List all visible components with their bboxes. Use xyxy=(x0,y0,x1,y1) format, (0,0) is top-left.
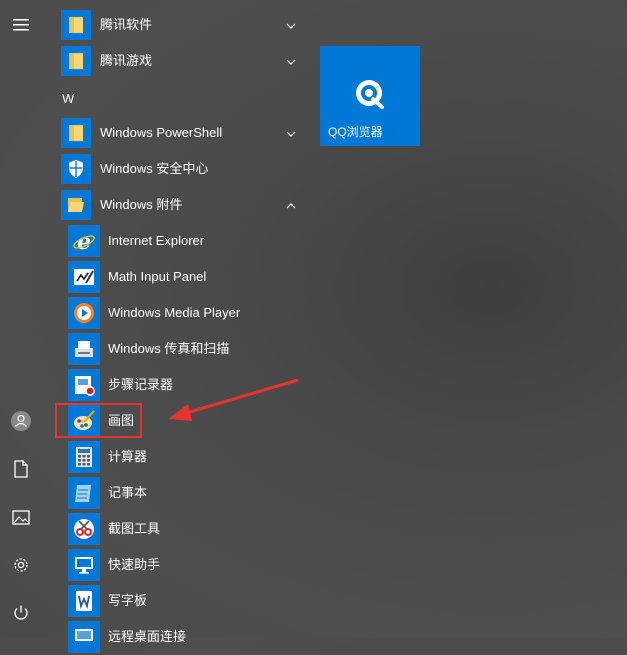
annotation-arrow xyxy=(168,378,299,421)
